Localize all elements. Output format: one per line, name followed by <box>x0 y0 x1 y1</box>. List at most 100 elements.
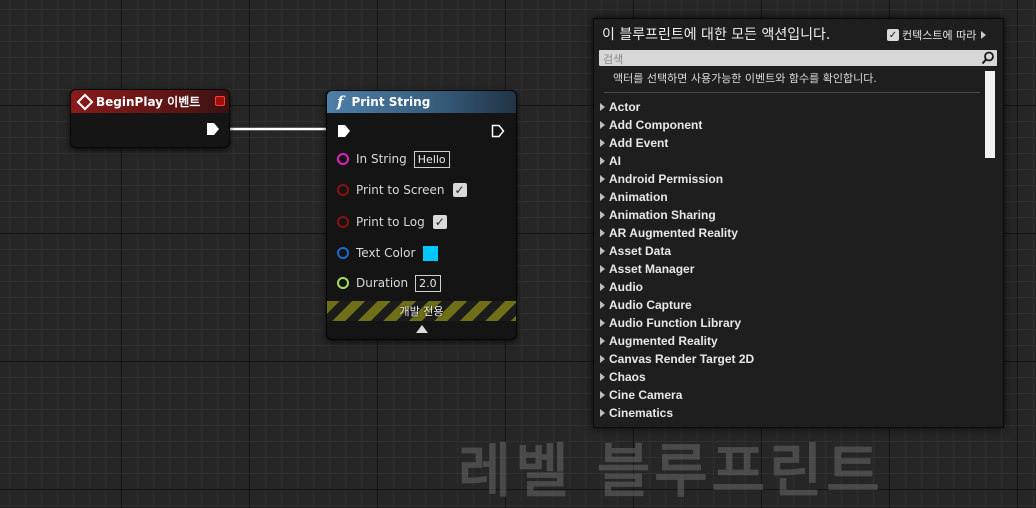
expand-arrow-icon[interactable] <box>600 157 605 165</box>
action-category-item[interactable]: AI <box>600 152 980 170</box>
duration-row: Duration 2.0 <box>337 273 441 293</box>
in-string-input[interactable]: Hello <box>413 150 450 168</box>
menu-scrollbar-thumb[interactable] <box>985 71 995 158</box>
beginplay-event-node[interactable]: BeginPlay 이벤트 <box>70 89 230 148</box>
action-category-label: Cinematics <box>609 406 674 420</box>
print-to-screen-checkbox[interactable]: ✓ <box>452 183 467 197</box>
action-category-item[interactable]: Android Permission <box>600 170 980 188</box>
action-category-list: Actor Add Component Add Event AI Android Per… <box>600 98 980 422</box>
action-category-label: Animation <box>609 190 668 204</box>
expand-arrow-icon[interactable] <box>600 139 605 147</box>
expand-advanced-arrow-icon[interactable] <box>416 325 428 333</box>
expand-arrow-icon[interactable] <box>600 247 605 255</box>
action-category-item[interactable]: Add Component <box>600 116 980 134</box>
in-string-label: In String <box>356 152 407 166</box>
expand-arrow-icon[interactable] <box>600 193 605 201</box>
in-string-row: In String Hello <box>337 149 450 169</box>
exec-output-pin[interactable] <box>206 122 220 136</box>
in-string-pin[interactable] <box>337 153 349 165</box>
expand-arrow-icon[interactable] <box>600 121 605 129</box>
action-category-label: Canvas Render Target 2D <box>609 352 755 366</box>
action-category-label: Actor <box>609 100 641 114</box>
action-search-input[interactable]: 검색 <box>599 50 997 66</box>
print-to-screen-label: Print to Screen <box>356 183 445 197</box>
action-menu: 이 블루프린트에 대한 모든 액션입니다. ✓ 컨텍스트에 따라 검색 액터를 … <box>593 18 1004 428</box>
action-category-label: Cine Camera <box>609 388 683 402</box>
context-expand-arrow-icon[interactable] <box>981 31 987 39</box>
exec-input-pin[interactable] <box>337 124 351 138</box>
action-category-item[interactable]: Audio Function Library <box>600 314 980 332</box>
print-to-screen-pin[interactable] <box>337 184 349 196</box>
action-category-item[interactable]: Cine Camera <box>600 386 980 404</box>
expand-arrow-icon[interactable] <box>600 229 605 237</box>
expand-arrow-icon[interactable] <box>600 373 605 381</box>
duration-pin[interactable] <box>337 277 349 289</box>
text-color-pin[interactable] <box>337 247 349 259</box>
expand-arrow-icon[interactable] <box>600 175 605 183</box>
context-sensitive-checkbox[interactable]: ✓ <box>887 29 899 41</box>
search-placeholder: 검색 <box>603 53 624 66</box>
function-node-header[interactable]: f Print String <box>327 91 516 113</box>
graph-canvas[interactable]: 레벨 블루프린트 BeginPlay 이벤트 f Print String In… <box>0 0 1036 505</box>
action-category-item[interactable]: Audio Capture <box>600 296 980 314</box>
action-category-item[interactable]: Add Event <box>600 134 980 152</box>
context-sensitive-toggle[interactable]: ✓ 컨텍스트에 따라 <box>887 27 987 43</box>
development-only-label: 개발 전용 <box>399 305 444 318</box>
print-to-log-pin[interactable] <box>337 216 349 228</box>
event-node-title: BeginPlay 이벤트 <box>96 95 201 109</box>
action-category-label: Animation Sharing <box>609 208 716 222</box>
development-only-banner: 개발 전용 <box>327 301 516 321</box>
expand-arrow-icon[interactable] <box>600 409 605 417</box>
text-color-label: Text Color <box>356 246 416 260</box>
action-menu-title: 이 블루프린트에 대한 모든 액션입니다. <box>602 27 831 43</box>
action-category-item[interactable]: Animation Sharing <box>600 206 980 224</box>
context-sensitive-label: 컨텍스트에 따라 <box>902 29 977 42</box>
event-node-header[interactable]: BeginPlay 이벤트 <box>71 90 229 113</box>
menu-divider <box>604 92 980 93</box>
action-category-item[interactable]: Asset Manager <box>600 260 980 278</box>
print-string-node[interactable]: f Print String In String Hello Print to … <box>326 90 517 340</box>
expand-arrow-icon[interactable] <box>600 103 605 111</box>
action-category-label: Asset Data <box>609 244 672 258</box>
duration-input[interactable]: 2.0 <box>415 274 441 292</box>
print-to-screen-row: Print to Screen ✓ <box>337 180 467 200</box>
action-category-label: Audio <box>609 280 643 294</box>
action-category-label: Augmented Reality <box>609 334 718 348</box>
expand-arrow-icon[interactable] <box>600 337 605 345</box>
action-category-label: Audio Capture <box>609 298 692 312</box>
expand-arrow-icon[interactable] <box>600 265 605 273</box>
expand-arrow-icon[interactable] <box>600 301 605 309</box>
function-icon: f <box>337 93 344 111</box>
text-color-swatch[interactable] <box>423 245 439 261</box>
duration-label: Duration <box>356 276 409 290</box>
expand-arrow-icon[interactable] <box>600 391 605 399</box>
action-category-label: Asset Manager <box>609 262 695 276</box>
expand-arrow-icon[interactable] <box>600 355 605 363</box>
action-category-item[interactable]: Animation <box>600 188 980 206</box>
search-icon[interactable] <box>981 51 995 65</box>
action-category-item[interactable]: Actor <box>600 98 980 116</box>
action-category-item[interactable]: Cinematics <box>600 404 980 422</box>
event-diamond-icon <box>76 93 94 110</box>
action-category-label: AR Augmented Reality <box>609 226 738 240</box>
expand-arrow-icon[interactable] <box>600 211 605 219</box>
action-category-item[interactable]: Augmented Reality <box>600 332 980 350</box>
action-category-item[interactable]: Asset Data <box>600 242 980 260</box>
action-category-label: AI <box>609 154 621 168</box>
action-category-label: Add Component <box>609 118 703 132</box>
action-category-item[interactable]: Chaos <box>600 368 980 386</box>
graph-watermark: 레벨 블루프린트 <box>458 437 884 505</box>
text-color-row: Text Color <box>337 243 439 263</box>
expand-arrow-icon[interactable] <box>600 283 605 291</box>
exec-output-pin[interactable] <box>491 124 505 138</box>
action-category-label: Android Permission <box>609 172 724 186</box>
action-category-item[interactable]: AR Augmented Reality <box>600 224 980 242</box>
function-node-title: Print String <box>351 95 431 109</box>
print-to-log-checkbox[interactable]: ✓ <box>432 215 447 229</box>
action-category-item[interactable]: Canvas Render Target 2D <box>600 350 980 368</box>
action-menu-hint: 액터를 선택하면 사용가능한 이벤트와 함수를 확인합니다. <box>613 72 877 85</box>
action-category-item[interactable]: Audio <box>600 278 980 296</box>
print-to-log-row: Print to Log ✓ <box>337 212 447 232</box>
expand-arrow-icon[interactable] <box>600 319 605 327</box>
event-delegate-pin[interactable] <box>215 96 225 106</box>
